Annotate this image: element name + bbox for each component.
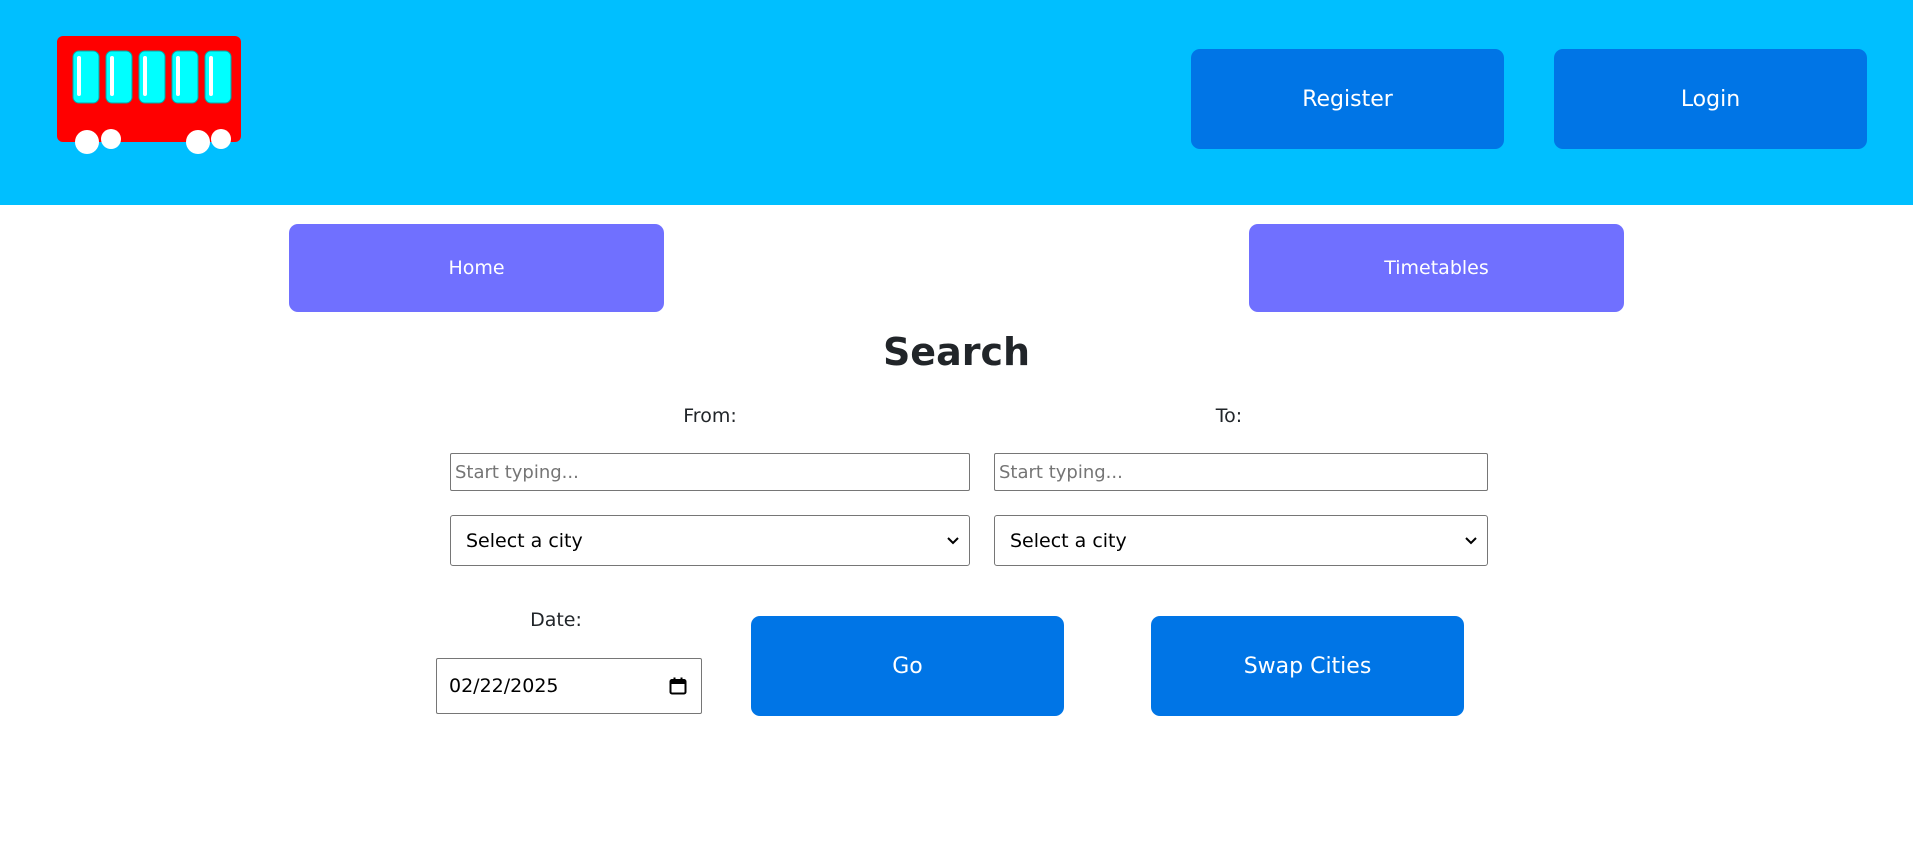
- to-label: To:: [1215, 405, 1243, 427]
- to-city-search-input[interactable]: [994, 453, 1488, 491]
- chevron-down-icon: [1465, 536, 1477, 544]
- from-city-select-value: Select a city: [466, 529, 583, 552]
- page-title: Search: [882, 330, 1031, 374]
- date-value: 02/22/2025: [449, 675, 559, 697]
- from-city-search-input[interactable]: [450, 453, 970, 491]
- go-button[interactable]: Go: [751, 616, 1064, 716]
- nav-timetables-button[interactable]: Timetables: [1249, 224, 1624, 312]
- date-input[interactable]: 02/22/2025: [436, 658, 702, 714]
- site-header: Register Login: [0, 0, 1913, 205]
- from-city-select[interactable]: Select a city: [450, 515, 970, 566]
- to-city-select[interactable]: Select a city: [994, 515, 1488, 566]
- from-label: From:: [683, 405, 737, 427]
- nav-home-button[interactable]: Home: [289, 224, 664, 312]
- to-city-select-value: Select a city: [1010, 529, 1127, 552]
- login-button[interactable]: Login: [1554, 49, 1867, 149]
- chevron-down-icon: [947, 536, 959, 544]
- swap-cities-button[interactable]: Swap Cities: [1151, 616, 1464, 716]
- bus-logo-icon[interactable]: [55, 34, 245, 160]
- calendar-icon[interactable]: [669, 677, 687, 695]
- date-label: Date:: [530, 609, 582, 631]
- register-button[interactable]: Register: [1191, 49, 1504, 149]
